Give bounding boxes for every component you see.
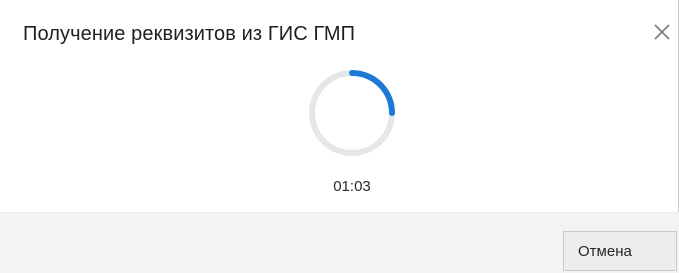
gis-gmp-dialog: Получение реквизитов из ГИС ГМП 01:03 От… [0, 0, 679, 273]
cancel-button[interactable]: Отмена [563, 231, 677, 271]
elapsed-timer: 01:03 [333, 178, 371, 195]
close-icon [654, 24, 670, 40]
spinner-arc [349, 70, 395, 116]
dialog-title: Получение реквизитов из ГИС ГМП [23, 23, 356, 45]
close-button[interactable] [648, 18, 676, 46]
loading-spinner-icon [309, 70, 395, 156]
dialog-footer: Отмена [0, 212, 679, 273]
